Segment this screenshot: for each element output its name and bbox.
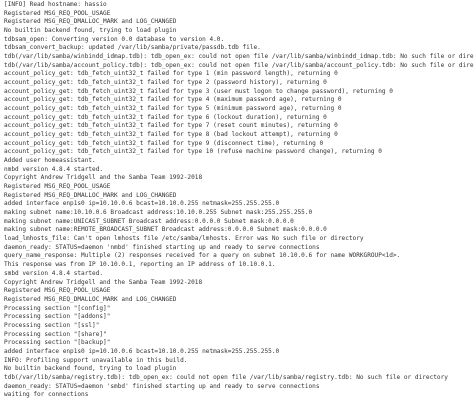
- log-line: account_policy_get: tdb_fetch_uint32_t f…: [4, 70, 338, 78]
- log-line: Processing section "[ssl]": [4, 321, 100, 329]
- log-line: tdbsam_convert_backup: updated /var/lib/…: [4, 44, 261, 52]
- log-line: account_policy_get: tdb_fetch_uint32_t f…: [4, 79, 327, 87]
- log-line: nmbd version 4.8.4 started.: [4, 165, 104, 173]
- log-line: No builtin backend found, trying to load…: [4, 365, 177, 373]
- log-line: This response was from IP 10.10.0.1, rep…: [4, 261, 276, 269]
- log-line: daemon_ready: STATUS=daemon 'smbd' finis…: [4, 382, 320, 390]
- log-line: query_name_response: Multiple (2) respon…: [4, 252, 401, 260]
- log-line: Processing section "[share]": [4, 330, 107, 338]
- log-line: account_policy_get: tdb_fetch_uint32_t f…: [4, 139, 324, 147]
- log-line: Copyright Andrew Tridgell and the Samba …: [4, 278, 203, 286]
- log-line: Processing section "[backup]": [4, 339, 111, 347]
- log-line: Registered MSG_REQ_POOL_USAGE: [4, 183, 111, 191]
- log-line: tdb(/var/lib/samba/registry.tdb): tdb_op…: [4, 373, 448, 381]
- log-line: Registered MSG_REQ_POOL_USAGE: [4, 287, 111, 295]
- log-line: account_policy_get: tdb_fetch_uint32_t f…: [4, 87, 393, 95]
- log-line: added interface enp1s0 ip=10.10.0.6 bcas…: [4, 347, 280, 355]
- log-line: account_policy_get: tdb_fetch_uint32_t f…: [4, 96, 342, 104]
- log-line: tdbsam_open: Converting version 0.0 data…: [4, 35, 225, 43]
- log-line: Registered MSG_REQ_DMALLOC_MARK and LOG_…: [4, 18, 177, 26]
- log-line: tdb(/var/lib/samba/account_policy.tdb): …: [4, 61, 474, 69]
- log-line: Processing section "[addons]": [4, 313, 111, 321]
- log-line: Copyright Andrew Tridgell and the Samba …: [4, 174, 203, 182]
- log-line: tdb(/var/lib/samba/winbindd_idmap.tdb): …: [4, 53, 474, 61]
- log-line: account_policy_get: tdb_fetch_uint32_t f…: [4, 113, 327, 121]
- log-line: Added user homeassistant.: [4, 157, 96, 165]
- log-line: account_policy_get: tdb_fetch_uint32_t f…: [4, 122, 338, 130]
- log-line: making subnet name:UNICAST_SUBNET Broadc…: [4, 217, 294, 225]
- log-line: waiting for connections: [4, 391, 89, 399]
- log-line: Registered MSG_REQ_DMALLOC_MARK and LOG_…: [4, 295, 177, 303]
- log-line: daemon_ready: STATUS=daemon 'nmbd' finis…: [4, 243, 320, 251]
- log-line: smbd version 4.8.4 started.: [4, 269, 104, 277]
- log-output: [INFO] Read hostname: hassio Registered M…: [0, 0, 474, 417]
- log-line: Registered MSG_REQ_POOL_USAGE: [4, 9, 111, 17]
- log-line: added interface enp1s0 ip=10.10.0.6 bcas…: [4, 200, 280, 208]
- log-line: No builtin backend found, trying to load…: [4, 27, 177, 35]
- log-line: INFO: Profiling support unavailable in t…: [4, 356, 188, 364]
- log-line: Processing section "[config]": [4, 304, 111, 312]
- log-line: making subnet name:REMOTE_BROADCAST_SUBN…: [4, 226, 327, 234]
- log-line: account_policy_get: tdb_fetch_uint32_t f…: [4, 105, 342, 113]
- log-line: [INFO] Read hostname: hassio: [4, 1, 107, 8]
- log-line: Registered MSG_REQ_DMALLOC_MARK and LOG_…: [4, 191, 177, 199]
- log-line: account_policy_get: tdb_fetch_uint32_t f…: [4, 131, 338, 139]
- log-line: account_policy_get: tdb_fetch_uint32_t f…: [4, 148, 382, 156]
- log-line: making subnet name:10.10.0.6 Broadcast a…: [4, 209, 313, 217]
- log-line: load_lmhosts_file: Can't open lmhosts fi…: [4, 235, 364, 243]
